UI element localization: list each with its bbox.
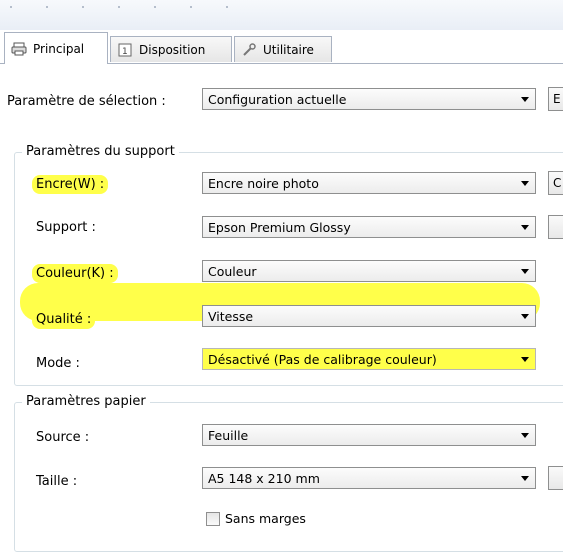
support-side-button[interactable] [548, 215, 563, 239]
source-value: Feuille [208, 427, 249, 443]
support-label: Support : [36, 220, 96, 235]
wrench-icon [241, 42, 257, 57]
size-value: A5 148 x 210 mm [208, 470, 320, 486]
dropdown-arrow-icon [521, 476, 529, 481]
color-dropdown[interactable]: Couleur [202, 260, 536, 282]
borderless-checkbox[interactable] [206, 512, 220, 526]
tab-label: Principal [33, 41, 85, 56]
ink-label: Encre(W) : [32, 175, 109, 194]
ink-side-button[interactable]: C [548, 171, 563, 195]
color-label: Couleur(K) : [32, 264, 118, 283]
dropdown-arrow-icon [521, 225, 529, 230]
dropdown-arrow-icon [521, 269, 529, 274]
color-value: Couleur [208, 263, 257, 279]
tab-utilitaire[interactable]: Utilitaire [234, 36, 332, 62]
quality-value: Vitesse [208, 308, 254, 324]
selection-dropdown[interactable]: Configuration actuelle [202, 88, 536, 110]
tab-label: Utilitaire [263, 42, 314, 57]
top-strip-texture [10, 6, 230, 8]
tab-disposition[interactable]: 1 Disposition [110, 36, 232, 62]
ink-dropdown[interactable]: Encre noire photo [202, 172, 536, 194]
selection-label: Paramètre de sélection : [7, 94, 166, 109]
support-group-title: Paramètres du support [22, 144, 179, 159]
support-dropdown[interactable]: Epson Premium Glossy [202, 216, 536, 238]
mode-value: Désactivé (Pas de calibrage couleur) [208, 351, 437, 367]
selection-value: Configuration actuelle [208, 91, 347, 107]
mode-label: Mode : [36, 356, 80, 371]
button-label: E [553, 92, 561, 106]
page-layout-icon: 1 [117, 43, 133, 57]
window-top-strip [0, 0, 563, 30]
tab-principal[interactable]: Principal [4, 32, 108, 64]
selection-side-button[interactable]: E [548, 87, 563, 111]
dropdown-arrow-icon [521, 357, 529, 362]
borderless-label[interactable]: Sans marges [225, 511, 306, 526]
dropdown-arrow-icon [521, 97, 529, 102]
paper-group-title: Paramètres papier [22, 394, 150, 409]
mode-dropdown[interactable]: Désactivé (Pas de calibrage couleur) [202, 348, 536, 370]
support-value: Epson Premium Glossy [208, 219, 351, 235]
dropdown-arrow-icon [521, 314, 529, 319]
printer-icon [11, 42, 27, 56]
button-label: C [553, 176, 562, 190]
quality-label: Qualité : [32, 310, 96, 329]
source-dropdown[interactable]: Feuille [202, 424, 536, 446]
source-label: Source : [36, 430, 90, 445]
size-side-button[interactable] [548, 466, 563, 490]
size-label: Taille : [36, 474, 78, 489]
quality-dropdown[interactable]: Vitesse [202, 305, 536, 327]
dropdown-arrow-icon [521, 433, 529, 438]
svg-text:1: 1 [122, 47, 128, 57]
dropdown-arrow-icon [521, 181, 529, 186]
ink-value: Encre noire photo [208, 175, 319, 191]
tab-label: Disposition [139, 42, 206, 57]
size-dropdown[interactable]: A5 148 x 210 mm [202, 467, 536, 489]
